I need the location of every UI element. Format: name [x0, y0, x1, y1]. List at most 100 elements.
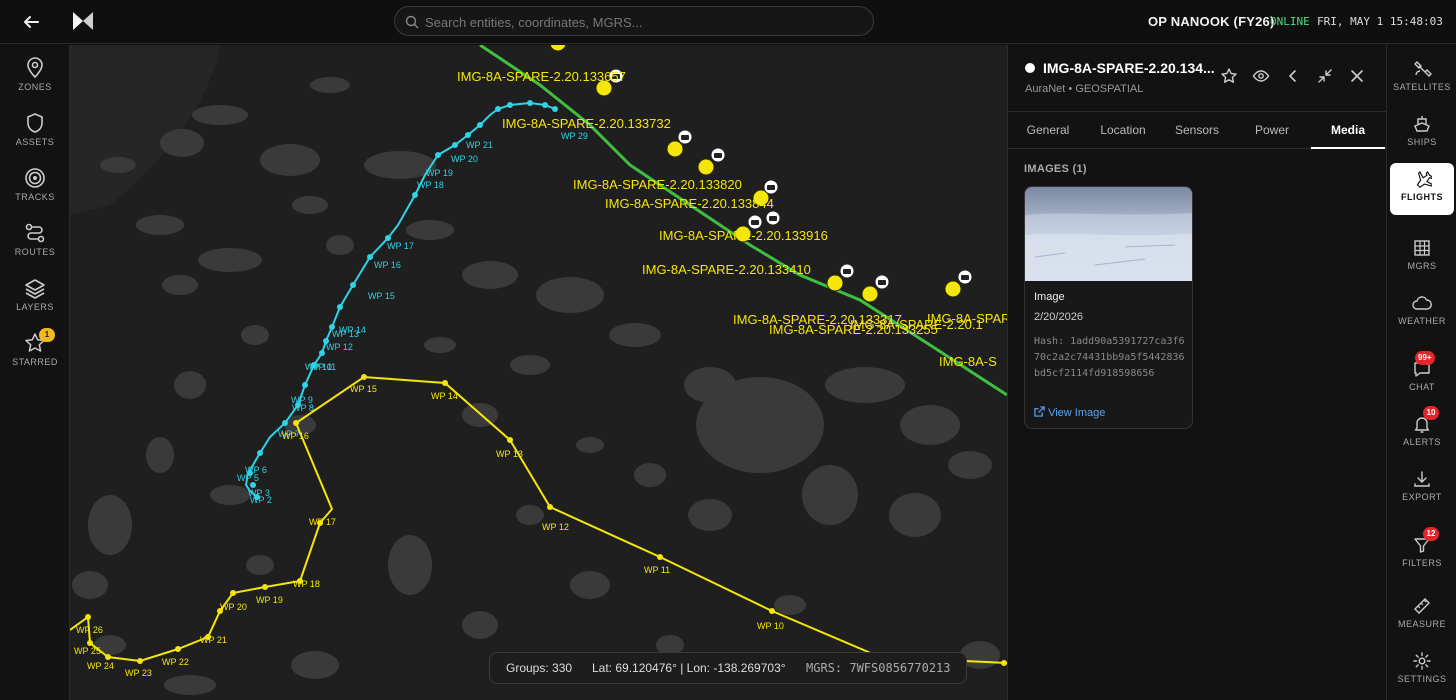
cyan-waypoint-labels: WP 2 WP 3 WP 5 WP 6 WP 7 WP 8 WP 9 WP 10…	[237, 131, 588, 505]
back-button[interactable]	[18, 10, 44, 34]
wp-label: WP 17	[309, 517, 336, 527]
nav-chat[interactable]: CHAT 99+	[1390, 351, 1454, 405]
right-nav: SATELLITES SHIPS FLIGHTS MGRS WEATHER CH…	[1386, 45, 1456, 700]
external-link-icon	[1034, 406, 1045, 417]
image-thumbnail[interactable]	[1025, 187, 1192, 281]
nav-label: FILTERS	[1402, 558, 1442, 568]
wp-label: WP 6	[245, 465, 267, 475]
search-icon	[405, 15, 419, 29]
image-title: Image	[1034, 291, 1065, 303]
nav-label: TRACKS	[15, 192, 55, 202]
nav-ships[interactable]: SHIPS	[1390, 108, 1454, 160]
arrow-left-icon	[24, 16, 39, 28]
wp-label: WP 15	[350, 384, 377, 394]
clock: FRI, MAY 1 15:48:03	[1317, 15, 1443, 28]
wp-label: WP 22	[162, 657, 189, 667]
images-section-label: IMAGES (1)	[1024, 163, 1087, 175]
nav-label: MEASURE	[1397, 619, 1446, 629]
marker-label: IMG-8A-SPARE-2.20.133410	[642, 262, 811, 277]
marker-label: IMG-8A-SPARE-2.20.133916	[659, 228, 828, 243]
collapse-button[interactable]	[1316, 67, 1334, 85]
previous-button[interactable]	[1284, 67, 1302, 85]
nav-filters[interactable]: FILTERS 12	[1390, 527, 1454, 581]
nav-layers[interactable]: LAYERS	[0, 277, 70, 327]
ruler-icon	[1414, 598, 1430, 614]
wp-label: WP 14	[431, 391, 458, 401]
gear-icon	[1413, 652, 1431, 670]
tab-location[interactable]: Location	[1086, 112, 1160, 149]
nav-flights[interactable]: FLIGHTS	[1390, 163, 1454, 215]
wp-label: WP 3	[248, 488, 270, 498]
nav-measure[interactable]: MEASURE	[1390, 590, 1454, 642]
marker-label: IMG-8A-SPARE-2.20.133844	[605, 196, 774, 211]
chat-count-badge: 99+	[1415, 351, 1435, 365]
entity-title: IMG-8A-SPARE-2.20.134...	[1043, 60, 1215, 76]
wp-label: WP 9	[291, 395, 313, 405]
nav-satellites[interactable]: SATELLITES	[1390, 53, 1454, 105]
nav-label: ROUTES	[14, 247, 56, 257]
nav-label: SETTINGS	[1397, 674, 1447, 684]
tab-general[interactable]: General	[1010, 112, 1086, 149]
filters-count-badge: 12	[1423, 527, 1439, 541]
view-image-link[interactable]: View Image	[1034, 406, 1105, 419]
wp-label: WP 14	[339, 325, 366, 335]
tab-power[interactable]: Power	[1234, 112, 1310, 149]
nav-settings[interactable]: SETTINGS	[1390, 645, 1454, 697]
nav-export[interactable]: EXPORT	[1390, 463, 1454, 515]
status-dot	[1025, 63, 1035, 73]
detail-tabs: General Location Sensors Power Media	[1008, 111, 1387, 149]
grid-icon	[1414, 240, 1430, 256]
marker-labels: IMG-8A-SPARE-2.20.133657 IMG-8A-SPARE-2.…	[457, 69, 1007, 369]
nav-assets[interactable]: ASSETS	[0, 112, 70, 162]
nav-label: SHIPS	[1407, 137, 1437, 147]
star-button[interactable]	[1220, 67, 1238, 85]
wp-label: WP 21	[466, 140, 493, 150]
nav-zones[interactable]: ZONES	[0, 57, 70, 107]
wp-label: WP 25	[74, 646, 101, 656]
wp-label: WP 12	[326, 342, 353, 352]
lakes	[70, 45, 1000, 695]
wp-label: WP 15	[368, 291, 395, 301]
nav-tracks[interactable]: TRACKS	[0, 167, 70, 217]
eye-icon	[1252, 70, 1270, 82]
wp-label: WP 16	[282, 431, 309, 441]
tab-sensors[interactable]: Sensors	[1160, 112, 1234, 149]
chevron-left-icon	[1288, 70, 1296, 82]
nav-label: STARRED	[12, 357, 58, 367]
search-bar[interactable]	[394, 6, 874, 36]
nav-label: ASSETS	[15, 137, 55, 147]
nav-label: ALERTS	[1403, 437, 1441, 447]
watch-button[interactable]	[1252, 67, 1270, 85]
map-status-bar: Groups: 330 Lat: 69.120476° | Lon: -138.…	[489, 652, 967, 684]
image-card[interactable]: Image 2/20/2026 Hash: 1add90a5391727ca3f…	[1024, 186, 1193, 429]
search-input[interactable]	[425, 12, 855, 32]
alerts-count-badge: 10	[1423, 406, 1439, 420]
tab-media[interactable]: Media	[1311, 112, 1385, 149]
image-hash: Hash: 1add90a5391727ca3f670c2a2c74431bb9…	[1034, 336, 1185, 379]
collapse-icon	[1318, 69, 1332, 83]
cloud-icon	[1412, 296, 1432, 310]
nav-mgrs[interactable]: MGRS	[1390, 232, 1454, 284]
flight-track[interactable]	[479, 45, 1007, 397]
nav-label: WEATHER	[1398, 316, 1446, 326]
close-icon	[1351, 70, 1363, 82]
plane-icon	[1416, 171, 1432, 189]
route-icon	[25, 223, 45, 243]
wp-label: WP 24	[87, 661, 114, 671]
nav-routes[interactable]: ROUTES	[0, 222, 70, 272]
cursor-coordinates: Lat: 69.120476° | Lon: -138.269703°	[592, 661, 786, 675]
groups-count: Groups: 330	[506, 661, 573, 675]
nav-alerts[interactable]: ALERTS 10	[1390, 406, 1454, 460]
wp-label: WP 16	[374, 260, 401, 270]
close-button[interactable]	[1348, 67, 1366, 85]
wp-label: WP 12	[542, 522, 569, 532]
nav-weather[interactable]: WEATHER	[1390, 287, 1454, 339]
wp-label: WP 19	[256, 595, 283, 605]
wp-label: WP 20	[451, 154, 478, 164]
map-view[interactable]: WP 2 WP 3 WP 5 WP 6 WP 7 WP 8 WP 9 WP 10…	[70, 45, 1007, 700]
top-bar: OP NANOOK (FY26) ONLINE FRI, MAY 1 15:48…	[0, 0, 1456, 44]
map-canvas[interactable]: WP 2 WP 3 WP 5 WP 6 WP 7 WP 8 WP 9 WP 10…	[70, 45, 1007, 700]
wp-label: WP 18	[417, 180, 444, 190]
marker-label: IMG-8A-S	[939, 354, 997, 369]
nav-starred[interactable]: STARRED 1	[0, 328, 70, 382]
